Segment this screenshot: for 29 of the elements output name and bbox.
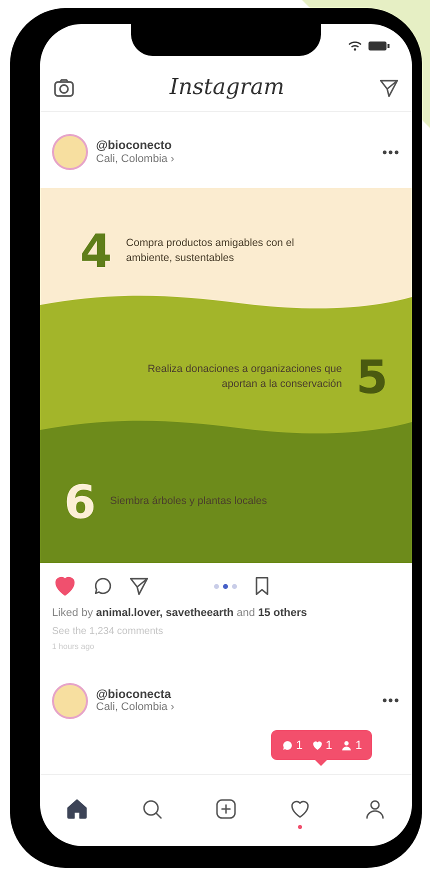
notification-count: 1 (326, 737, 332, 754)
comment-icon[interactable] (92, 575, 114, 597)
notification-count: 1 (296, 737, 303, 754)
notification-count: 1 (355, 737, 362, 754)
step-text: Realiza donaciones a organizaciones que aportan a la conservación (146, 362, 342, 391)
step-text: Siembra árboles y plantas locales (110, 494, 268, 509)
carousel-dot[interactable] (223, 584, 228, 588)
step-number: 6 (64, 478, 96, 524)
comment-icon (280, 738, 294, 752)
follower-icon (340, 738, 354, 752)
carousel-dot[interactable] (232, 584, 237, 588)
step-number: 4 (80, 228, 112, 274)
more-options-button[interactable]: ••• (382, 690, 400, 711)
tab-add[interactable] (214, 797, 238, 821)
carousel-dot[interactable] (214, 584, 219, 588)
username[interactable]: @bioconecta (96, 686, 174, 702)
step-number: 5 (356, 354, 388, 400)
location[interactable]: Cali, Colombia › (96, 701, 174, 714)
tab-home[interactable] (65, 797, 90, 821)
likes-text: Liked by animal.lover, savetheearth and 15 others (51, 606, 308, 621)
more-options-button[interactable]: ••• (382, 142, 400, 162)
location[interactable]: Cali, Colombia › (96, 152, 174, 166)
share-icon[interactable] (128, 575, 150, 597)
wifi-icon (348, 41, 362, 51)
like-icon (310, 738, 324, 752)
step-text: Compra productos amigables con el ambiente, sustentables (126, 236, 296, 265)
battery-icon (368, 41, 390, 51)
app-logo: Instagram (170, 74, 284, 102)
username[interactable]: @bioconecto (96, 138, 174, 153)
